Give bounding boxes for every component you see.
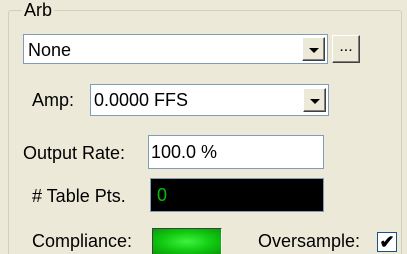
oversample-checkbox[interactable]: ✔ (377, 232, 397, 252)
output-rate-label: Output Rate: (23, 143, 126, 163)
browse-button[interactable]: ... (332, 35, 360, 63)
amp-dropdown-arrow[interactable] (303, 88, 326, 112)
oversample-label: Oversample: (258, 231, 361, 251)
checkmark-icon: ✔ (379, 232, 395, 252)
output-rate-value: 100.0 % (151, 142, 218, 162)
arb-panel: Arb None ... Amp: 0.0000 FFS Output Rate… (0, 0, 407, 254)
arb-waveform-dropdown-arrow[interactable] (302, 37, 325, 61)
table-pts-label: # Table Pts. (32, 186, 126, 206)
amp-label: Amp: (32, 90, 75, 110)
amp-value: 0.0000 FFS (94, 90, 189, 110)
amp-dropdown[interactable]: 0.0000 FFS (90, 84, 329, 116)
compliance-led-indicator (152, 228, 222, 254)
group-title: Arb (22, 0, 55, 20)
arb-waveform-value: None (28, 40, 72, 60)
compliance-label: Compliance: (32, 231, 133, 251)
arb-waveform-dropdown[interactable]: None (23, 34, 328, 64)
table-pts-value: 0 (157, 185, 168, 205)
output-rate-input[interactable]: 100.0 % (148, 135, 324, 169)
table-pts-readout: 0 (150, 178, 324, 212)
